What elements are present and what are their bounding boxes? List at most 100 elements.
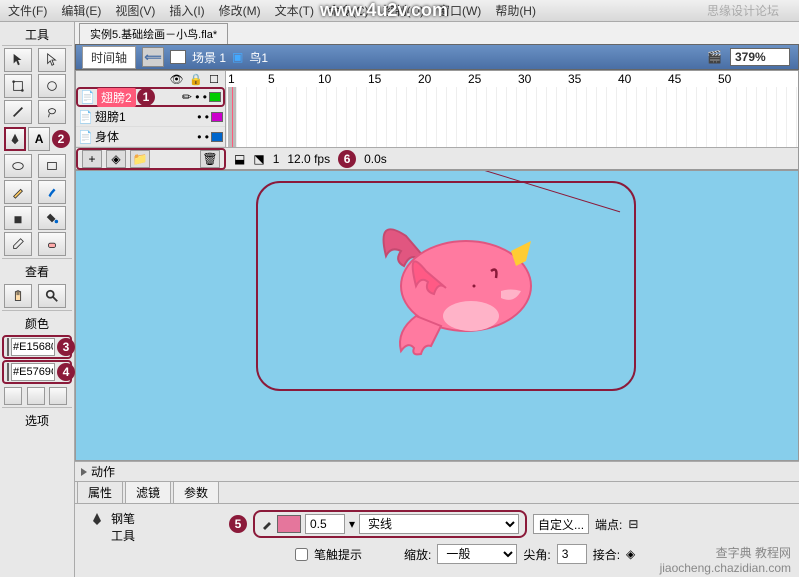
tab-filters[interactable]: 滤镜 xyxy=(125,481,171,503)
rectangle-tool[interactable] xyxy=(38,154,66,178)
tool-name-label: 钢笔 xyxy=(111,510,135,527)
menu-modify[interactable]: 修改(M) xyxy=(219,2,261,19)
menu-file[interactable]: 文件(F) xyxy=(8,2,47,19)
prop-stroke-swatch[interactable] xyxy=(277,515,301,533)
pen-tool[interactable] xyxy=(4,127,26,151)
onion-icon-2[interactable]: ⬔ xyxy=(253,152,264,166)
delete-layer-button[interactable]: 🗑 xyxy=(200,150,220,168)
zoom-input[interactable] xyxy=(730,48,790,66)
ruler-1: 1 xyxy=(228,72,235,86)
timeline-panel: 👁 🔒 ☐ 1 5 10 15 20 25 30 35 40 45 50 xyxy=(75,70,799,170)
cap-icon[interactable]: ⊟ xyxy=(628,517,638,531)
gradient-transform-tool[interactable] xyxy=(38,74,66,98)
line-tool[interactable] xyxy=(4,100,32,124)
ruler-45: 45 xyxy=(668,72,681,86)
layer-buttons: + ◈ 📁 🗑 xyxy=(76,148,226,170)
menu-edit[interactable]: 编辑(E) xyxy=(61,2,101,19)
canvas[interactable] xyxy=(75,170,799,461)
layer-icon: 📄 xyxy=(78,130,93,144)
badge-2: 2 xyxy=(52,130,70,148)
brush-tool[interactable] xyxy=(38,180,66,204)
fill-color-swatch[interactable] xyxy=(7,363,9,381)
menu-text[interactable]: 文本(T) xyxy=(275,2,314,19)
touch-hint-checkbox[interactable] xyxy=(295,548,308,561)
scale-select[interactable]: 一般 xyxy=(437,544,517,564)
text-tool[interactable]: A xyxy=(28,127,50,151)
menu-help[interactable]: 帮助(H) xyxy=(495,2,536,19)
scene-bar: 时间轴 ⟸ 场景 1 ▣ 鸟1 🎬 xyxy=(75,44,799,70)
add-layer-button[interactable]: + xyxy=(82,150,102,168)
zoom-tool[interactable] xyxy=(38,284,66,308)
time-label: 0.0s xyxy=(364,152,387,166)
document-tab[interactable]: 实例5.基础绘画－小鸟.fla* xyxy=(79,23,228,44)
ink-bottle-tool[interactable] xyxy=(4,206,32,230)
subselection-tool[interactable] xyxy=(38,48,66,72)
ruler-25: 25 xyxy=(468,72,481,86)
fill-color-input[interactable] xyxy=(11,363,55,381)
swap-colors-btn[interactable] xyxy=(49,387,67,405)
edit-scene-icon[interactable]: 🎬 xyxy=(707,50,722,64)
scene-icon xyxy=(170,50,186,64)
tools-panel: 工具 A 2 查看 颜色 xyxy=(0,22,75,577)
free-transform-tool[interactable] xyxy=(4,74,32,98)
add-guide-button[interactable]: ◈ xyxy=(106,150,126,168)
oval-tool[interactable] xyxy=(4,154,32,178)
outline-icon[interactable]: ☐ xyxy=(209,73,219,86)
eye-icon[interactable]: 👁 xyxy=(169,73,183,86)
layer-3-name: 身体 xyxy=(95,128,119,145)
expand-icon[interactable] xyxy=(81,468,87,476)
badge-5: 5 xyxy=(229,515,247,533)
layer-row-1[interactable]: 1 📄 翅膀2 ✏ • • xyxy=(76,87,225,107)
hand-tool[interactable] xyxy=(4,284,32,308)
ruler-35: 35 xyxy=(568,72,581,86)
menu-view[interactable]: 视图(V) xyxy=(115,2,155,19)
scale-label: 缩放: xyxy=(404,546,431,563)
badge-6: 6 xyxy=(338,150,356,168)
paint-bucket-tool[interactable] xyxy=(38,206,66,230)
ruler-40: 40 xyxy=(618,72,631,86)
lasso-tool[interactable] xyxy=(38,100,66,124)
eyedropper-tool[interactable] xyxy=(4,232,32,256)
layer-row-3[interactable]: 📄 身体 • • xyxy=(76,127,225,147)
stroke-style-select[interactable]: 实线 xyxy=(359,514,519,534)
layer-icon: 📄 xyxy=(80,90,95,104)
menu-bar: 文件(F) 编辑(E) 视图(V) 插入(I) 修改(M) 文本(T) 命令(C… xyxy=(0,0,799,22)
stroke-color-swatch[interactable] xyxy=(7,338,9,356)
layer-icon: 📄 xyxy=(78,110,93,124)
stroke-width-input[interactable] xyxy=(305,514,345,534)
badge-1: 1 xyxy=(137,88,155,106)
lock-icon[interactable]: 🔒 xyxy=(189,73,203,86)
pencil-icon xyxy=(261,518,273,530)
frames-area[interactable] xyxy=(226,87,798,147)
color-section-title: 颜色 xyxy=(2,310,72,334)
eraser-tool[interactable] xyxy=(38,232,66,256)
add-folder-button[interactable]: 📁 xyxy=(130,150,150,168)
selection-tool[interactable] xyxy=(4,48,32,72)
timeline-tab[interactable]: 时间轴 xyxy=(82,46,136,69)
options-section-title: 选项 xyxy=(2,407,72,431)
back-button[interactable]: ⟸ xyxy=(142,47,164,67)
tab-properties[interactable]: 属性 xyxy=(77,481,123,503)
pencil-tool[interactable] xyxy=(4,180,32,204)
tab-params[interactable]: 参数 xyxy=(173,481,219,503)
actions-bar[interactable]: 动作 xyxy=(75,461,799,481)
stroke-color-input[interactable] xyxy=(11,338,55,356)
menu-insert[interactable]: 插入(I) xyxy=(169,2,204,19)
layer-row-2[interactable]: 📄 翅膀1 • • xyxy=(76,107,225,127)
dropdown-icon[interactable]: ▾ xyxy=(349,517,355,531)
onion-icon[interactable]: ⬓ xyxy=(234,152,245,166)
symbol-label[interactable]: 鸟1 xyxy=(249,49,268,66)
bird-artwork xyxy=(346,196,566,386)
frame-number: 1 xyxy=(273,152,280,166)
footer-watermark: 查字典 教程网 jiaocheng.chazidian.com xyxy=(660,544,791,575)
symbol-icon: ▣ xyxy=(232,50,243,64)
custom-button[interactable]: 自定义... xyxy=(533,514,589,534)
ruler-5: 5 xyxy=(268,72,275,86)
miter-input[interactable] xyxy=(557,544,587,564)
fps-label: 12.0 fps xyxy=(287,152,330,166)
black-white-btn[interactable] xyxy=(4,387,22,405)
scene-label[interactable]: 场景 1 xyxy=(192,49,226,66)
timeline-ruler[interactable]: 1 5 10 15 20 25 30 35 40 45 50 xyxy=(226,71,798,87)
join-icon[interactable]: ◈ xyxy=(626,547,635,561)
no-color-btn[interactable] xyxy=(27,387,45,405)
